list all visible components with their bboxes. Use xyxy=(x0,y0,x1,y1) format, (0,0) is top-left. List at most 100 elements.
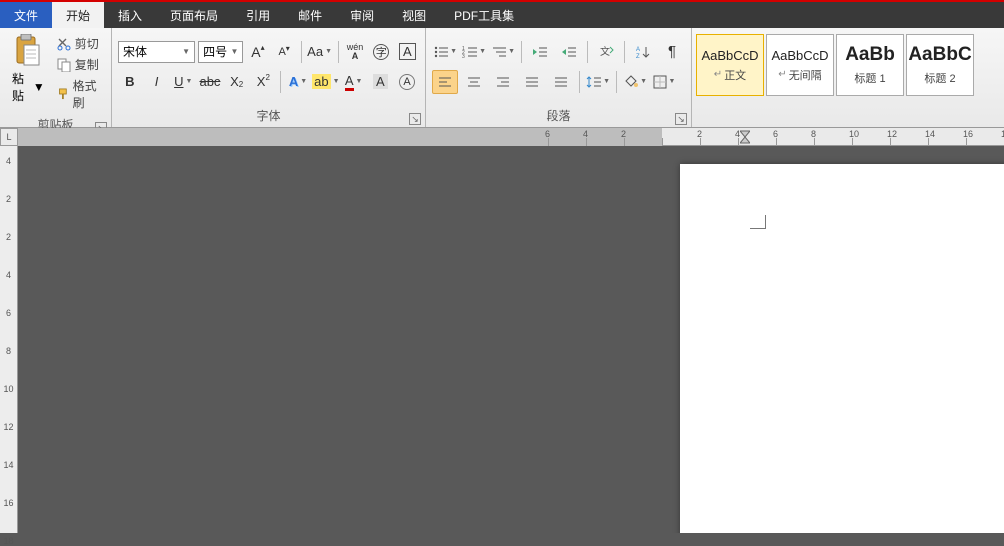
svg-text:A: A xyxy=(636,47,640,53)
copy-button[interactable]: 复制 xyxy=(55,55,105,74)
font-launcher[interactable]: ↘ xyxy=(409,113,421,125)
align-distributed-icon xyxy=(554,76,568,88)
text-direction-icon: 文 xyxy=(598,45,614,59)
increase-indent-button[interactable] xyxy=(556,40,582,64)
numbering-button[interactable]: 123▼ xyxy=(461,40,487,64)
bold-button[interactable]: B xyxy=(118,70,142,94)
tab-insert[interactable]: 插入 xyxy=(104,2,156,28)
cut-label: 剪切 xyxy=(75,35,99,52)
group-styles: AaBbCcD ↵正文 AaBbCcD ↵无间隔 AaBb标题 1AaBbC 标题 2 xyxy=(692,28,1004,127)
multilevel-list-button[interactable]: ▼ xyxy=(490,40,516,64)
italic-button[interactable]: I xyxy=(145,70,169,94)
tab-view[interactable]: 视图 xyxy=(388,2,440,28)
brush-icon xyxy=(57,87,69,101)
style-name: 标题 2 xyxy=(924,70,955,86)
indent-marker[interactable] xyxy=(740,128,750,146)
line-spacing-button[interactable]: ▼ xyxy=(585,70,611,94)
align-right-button[interactable] xyxy=(490,70,516,94)
enclose-characters-button[interactable]: 字 xyxy=(370,40,393,64)
show-marks-button[interactable]: ¶ xyxy=(659,40,685,64)
style-preview: AaBbCcD xyxy=(701,48,758,63)
align-left-icon xyxy=(438,76,452,88)
numbering-icon: 123 xyxy=(462,45,477,59)
align-right-icon xyxy=(496,76,510,88)
menu-bar: 文件 开始 插入 页面布局 引用 邮件 审阅 视图 PDF工具集 xyxy=(0,2,1004,28)
align-center-button[interactable] xyxy=(461,70,487,94)
phonetic-guide-button[interactable]: wénA xyxy=(343,40,366,64)
group-font-label: 字体 xyxy=(256,109,280,123)
svg-text:3: 3 xyxy=(462,54,465,59)
font-size-value: 四号 xyxy=(203,43,227,60)
svg-text:Z: Z xyxy=(636,54,640,59)
group-font: 宋体▼ 四号▼ A▴ A▾ Aa▼ wénA 字 A B I xyxy=(112,28,426,127)
underline-button[interactable]: U▼ xyxy=(171,70,195,94)
align-distributed-button[interactable] xyxy=(548,70,574,94)
character-border-button[interactable]: A xyxy=(396,40,419,64)
style-name: 标题 1 xyxy=(854,70,885,86)
clear-formatting-button[interactable]: A xyxy=(395,70,419,94)
tab-selector[interactable]: L xyxy=(0,128,18,146)
tab-file[interactable]: 文件 xyxy=(0,2,52,28)
text-cursor xyxy=(750,215,766,229)
tab-home[interactable]: 开始 xyxy=(52,2,104,28)
style-preview: AaBbC xyxy=(908,44,971,66)
format-painter-button[interactable]: 格式刷 xyxy=(55,76,105,112)
bucket-icon xyxy=(623,75,638,89)
align-left-button[interactable] xyxy=(432,70,458,94)
tab-mailings[interactable]: 邮件 xyxy=(284,2,336,28)
tab-review[interactable]: 审阅 xyxy=(336,2,388,28)
text-direction-button[interactable]: 文 xyxy=(593,40,619,64)
cut-button[interactable]: 剪切 xyxy=(55,34,105,53)
copy-label: 复制 xyxy=(75,56,99,73)
change-case-button[interactable]: Aa▼ xyxy=(307,40,333,64)
char-shading-button[interactable]: A xyxy=(369,70,393,94)
tab-page-layout[interactable]: 页面布局 xyxy=(156,2,232,28)
decrease-indent-button[interactable] xyxy=(527,40,553,64)
document-page[interactable] xyxy=(680,164,1004,533)
font-size-combo[interactable]: 四号▼ xyxy=(198,41,243,63)
style-preview: AaBbCcD xyxy=(771,48,828,63)
svg-text:文: 文 xyxy=(600,45,610,58)
font-name-value: 宋体 xyxy=(123,43,147,60)
superscript-button[interactable]: X2 xyxy=(252,70,276,94)
highlight-button[interactable]: ab▼ xyxy=(313,70,339,94)
align-justify-icon xyxy=(525,76,539,88)
tab-references[interactable]: 引用 xyxy=(232,2,284,28)
borders-button[interactable]: ▼ xyxy=(651,70,677,94)
copy-icon xyxy=(57,58,71,72)
horizontal-ruler[interactable]: 6422468101214161820 xyxy=(18,128,1004,146)
strikethrough-button[interactable]: abc xyxy=(198,70,222,94)
shrink-font-button[interactable]: A▾ xyxy=(273,40,296,64)
sort-icon: AZ xyxy=(635,45,651,59)
indent-icon xyxy=(561,45,577,59)
bullets-button[interactable]: ▼ xyxy=(432,40,458,64)
sort-button[interactable]: AZ xyxy=(630,40,656,64)
paste-button[interactable]: 粘贴 ▼ xyxy=(6,30,51,104)
font-color-button[interactable]: A▼ xyxy=(342,70,366,94)
style-tile-3[interactable]: AaBbC 标题 2 xyxy=(906,34,974,96)
style-name: ↵正文 xyxy=(714,67,746,83)
tab-pdf-tools[interactable]: PDF工具集 xyxy=(440,2,528,28)
align-justify-button[interactable] xyxy=(519,70,545,94)
scissors-icon xyxy=(57,37,71,51)
multilevel-icon xyxy=(491,45,506,59)
text-effects-button[interactable]: A▼ xyxy=(286,70,310,94)
grow-font-button[interactable]: A▴ xyxy=(246,40,269,64)
bullets-icon xyxy=(433,45,448,59)
vertical-ruler[interactable]: 4224681012141618 xyxy=(0,146,18,533)
style-tile-2[interactable]: AaBb标题 1 xyxy=(836,34,904,96)
paste-label: 粘贴 xyxy=(12,70,31,104)
paragraph-launcher[interactable]: ↘ xyxy=(675,113,687,125)
borders-icon xyxy=(653,75,667,89)
ribbon: 粘贴 ▼ 剪切 复制 格式刷 剪贴板 ↘ xyxy=(0,28,1004,128)
group-clipboard: 粘贴 ▼ 剪切 复制 格式刷 剪贴板 ↘ xyxy=(0,28,112,127)
font-name-combo[interactable]: 宋体▼ xyxy=(118,41,195,63)
style-tile-1[interactable]: AaBbCcD ↵无间隔 xyxy=(766,34,834,96)
format-painter-label: 格式刷 xyxy=(73,77,103,111)
style-tile-0[interactable]: AaBbCcD ↵正文 xyxy=(696,34,764,96)
style-name: ↵无间隔 xyxy=(778,67,821,83)
chevron-down-icon: ▼ xyxy=(33,80,45,94)
shading-button[interactable]: ▼ xyxy=(622,70,648,94)
subscript-button[interactable]: X2 xyxy=(225,70,249,94)
line-spacing-icon xyxy=(586,75,601,89)
